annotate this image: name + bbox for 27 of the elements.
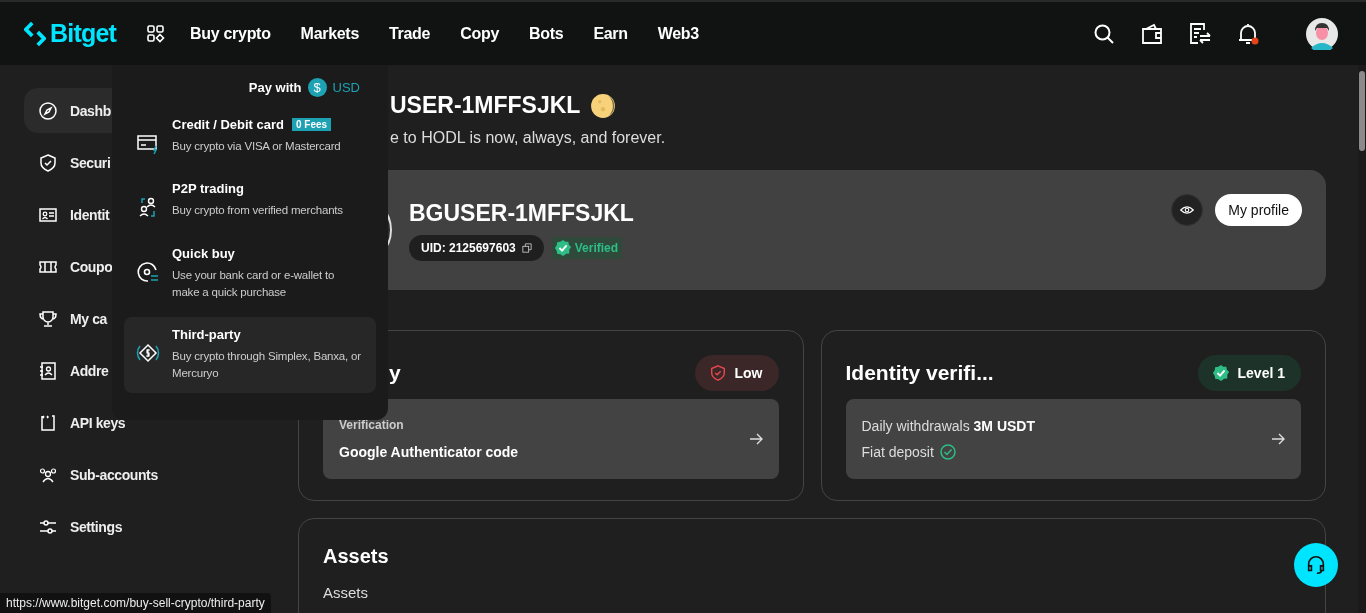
menu-item-description: Use your bank card or e-wallet to make a quick purchase xyxy=(172,267,336,300)
withdrawals-label: Daily withdrawals xyxy=(861,418,970,434)
menu-item-description: Buy crypto through Simplex, Banxa, or Mercuryo xyxy=(172,349,362,382)
verification-caption: Verification xyxy=(339,418,405,432)
profile-name: BGUSER-1MFFSJKL xyxy=(409,199,634,227)
menu-item-title: Credit / Debit card xyxy=(172,117,284,132)
card-title: Identity verifi... xyxy=(845,361,994,385)
pay-with-label: Pay with xyxy=(248,79,302,95)
level-badge: Level 1 xyxy=(1197,355,1301,391)
security-level-badge: Low xyxy=(694,355,779,391)
status-url: https://www.bitget.com/buy-sell-crypto/third-party xyxy=(0,593,271,613)
menu-item-title: Quick buy xyxy=(172,245,235,261)
fees-badge: 0 Fees xyxy=(291,118,332,131)
assets-title: Assets xyxy=(323,545,390,568)
assets-subtitle: Assets xyxy=(323,584,369,601)
verified-badge: Verified xyxy=(551,236,623,259)
withdrawals-value: 3M USDT xyxy=(973,418,1035,434)
menu-item-title: P2P trading xyxy=(172,181,244,197)
card-title: y xyxy=(388,361,401,385)
greeting-subtitle: e to HODL is now, always, and forever. xyxy=(390,129,667,147)
menu-item-description: Buy crypto from verified merchants xyxy=(172,203,343,219)
menu-item-title: Third-party xyxy=(172,327,241,342)
fiat-deposit-label: Fiat deposit xyxy=(861,444,934,460)
verification-method: Google Authenticator code xyxy=(339,444,519,460)
currency-icon: $ xyxy=(307,77,327,97)
menu-item-description: Buy crypto via VISA or Mastercard xyxy=(172,139,341,154)
greeting-title: USER-1MFFSJKL xyxy=(390,92,581,119)
